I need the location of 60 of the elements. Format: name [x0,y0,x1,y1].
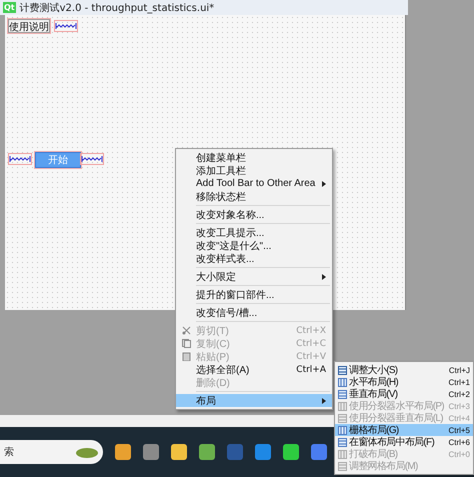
shortcut-text: Ctrl+X [296,326,326,336]
qt-logo: Qt [3,2,16,13]
layout-icon [338,402,346,410]
submenu-arrow-icon [322,398,326,404]
shortcut-text: Ctrl+C [296,338,326,348]
layout-icon [338,450,346,458]
menu-item[interactable]: 垂直布局(V) Ctrl+2 [335,388,473,400]
layout-icon [338,378,346,386]
shortcut-text: Ctrl+1 [448,378,470,386]
menu-item[interactable]: 改变信号/槽... [176,306,332,319]
spacer-drawing [8,153,32,165]
app-icon[interactable] [143,444,159,460]
shortcut-text: Ctrl+0 [448,450,470,458]
shortcut-text: Ctrl+4 [448,414,470,422]
app-icon[interactable] [115,444,131,460]
spacer-drawing [54,20,78,32]
layout-icon [338,462,346,470]
shortcut-text: Ctrl+6 [448,438,470,446]
menu-item[interactable]: 移除状态栏 [176,190,332,203]
shortcut-text: Ctrl+3 [448,402,470,410]
menu-item[interactable]: 提升的窗口部件... [176,288,332,301]
search-text: 索 [4,446,14,459]
layout-icon [338,390,346,398]
menu-item[interactable]: 改变样式表... [176,252,332,265]
app-icon[interactable] [171,444,187,460]
app-icon[interactable] [311,444,327,460]
shortcut-text: Ctrl+5 [448,426,470,434]
menu-item[interactable]: 改变"这是什么"... [176,239,332,252]
layout-icon [338,438,346,446]
menu-item[interactable]: 大小限定 [176,270,332,283]
app-icon[interactable] [283,444,299,460]
layout-icon [338,366,346,374]
menu-item[interactable]: 栅格布局(G) Ctrl+5 [335,424,473,436]
menu-item[interactable]: 创建菜单栏 [176,151,332,164]
menu-item[interactable]: 调整大小(S) Ctrl+J [335,364,473,376]
spacer-drawing [80,153,104,165]
submenu-arrow-icon [322,180,326,186]
menu-item[interactable]: 水平布局(H) Ctrl+1 [335,376,473,388]
shortcut-text: Ctrl+J [448,366,470,374]
scissors-icon [182,326,190,335]
clipboard-icon [182,352,190,361]
menu-item[interactable]: 在窗体布局中布局(F) Ctrl+6 [335,436,473,448]
layout-icon [338,426,346,434]
window-title: 计费测试v2.0 - throughput_statistics.ui* [20,2,214,14]
app-icon[interactable] [255,444,271,460]
search-field[interactable]: 索 [0,440,103,464]
shortcut-text: Ctrl+A [296,364,326,374]
copy-icon [182,339,190,348]
menu-item[interactable]: 布局 [176,394,332,407]
shortcut-text: Ctrl+V [296,352,326,362]
menu-item[interactable]: 改变对象名称... [176,208,332,221]
app-icon[interactable] [199,444,215,460]
menu-item[interactable]: 添加工具栏 [176,164,332,177]
menu-item[interactable]: 改变工具提示... [176,226,332,239]
help-button[interactable]: 使用说明 [8,19,50,33]
layout-icon [338,414,346,422]
menu-item[interactable]: Add Tool Bar to Other Area [176,177,332,190]
shortcut-text: Ctrl+2 [448,390,470,398]
menu-item[interactable]: 选择全部(A) Ctrl+A [176,363,332,376]
submenu-arrow-icon [322,274,326,280]
